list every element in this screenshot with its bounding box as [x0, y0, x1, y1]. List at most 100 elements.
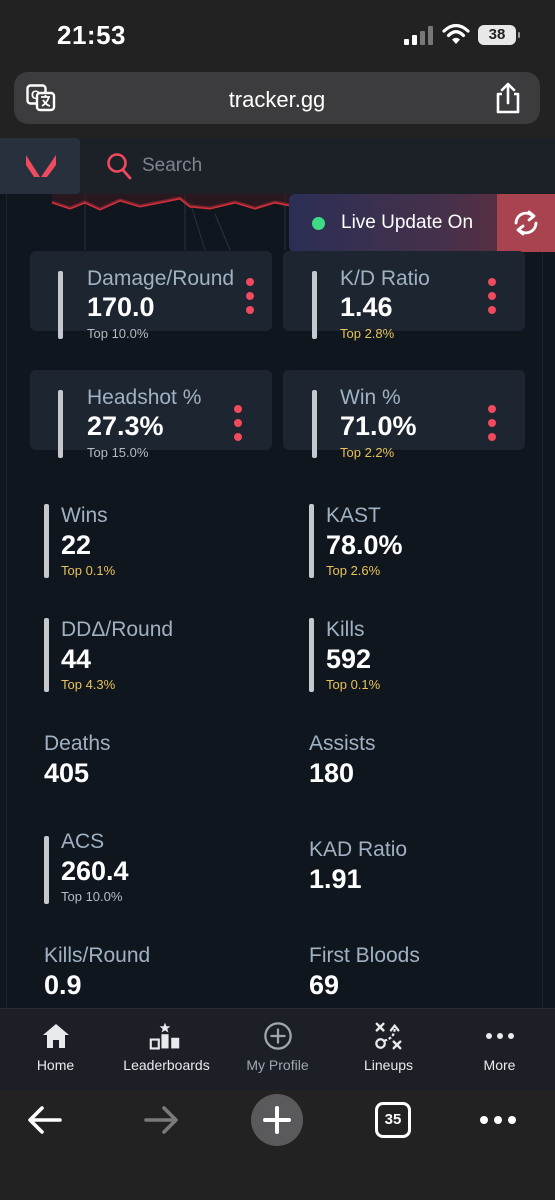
- stat-rank: Top 10.0%: [61, 889, 123, 904]
- stat-value: 180: [309, 758, 355, 788]
- forward-arrow-icon[interactable]: [142, 1102, 180, 1138]
- refresh-button[interactable]: [497, 194, 555, 252]
- stat-bar: [312, 390, 317, 458]
- valorant-logo-button[interactable]: [0, 138, 80, 194]
- stat-wins[interactable]: Wins 22 Top 0.1%: [44, 502, 274, 582]
- stat-label: KAST: [326, 504, 381, 527]
- stat-kast[interactable]: KAST 78.0% Top 2.6%: [309, 502, 539, 582]
- home-icon: [43, 1024, 69, 1048]
- url-text[interactable]: tracker.gg: [14, 87, 540, 113]
- stat-label: Kills/Round: [44, 944, 151, 967]
- stat-value: 592: [326, 644, 372, 674]
- stat-kad-ratio[interactable]: KAD Ratio 1.91: [309, 836, 539, 906]
- stat-first-bloods[interactable]: First Bloods 69: [309, 942, 539, 1008]
- browser-toolbar: 35: [0, 1090, 555, 1200]
- browser-url-area: G tracker.gg: [0, 60, 555, 138]
- plus-circle-icon: [264, 1022, 292, 1050]
- battery-indicator: 38: [478, 25, 520, 45]
- kebab-menu-icon[interactable]: [244, 278, 256, 316]
- valorant-logo-icon: [26, 155, 56, 177]
- url-bar[interactable]: G tracker.gg: [14, 72, 540, 124]
- stat-bar: [309, 618, 314, 692]
- stat-assists[interactable]: Assists 180: [309, 730, 539, 800]
- stat-kills[interactable]: Kills 592 Top 0.1%: [309, 616, 539, 696]
- search-icon[interactable]: [106, 152, 132, 180]
- site-header: [0, 138, 555, 194]
- stat-value: 22: [61, 530, 92, 560]
- stat-bar: [44, 504, 49, 578]
- stat-value: 1.46: [340, 292, 393, 322]
- plus-icon: [263, 1106, 291, 1134]
- stat-value: 71.0%: [340, 411, 417, 441]
- kebab-menu-icon[interactable]: [486, 278, 498, 316]
- lineups-icon: [375, 1022, 402, 1050]
- stat-card-kd-ratio[interactable]: K/D Ratio 1.46 Top 2.8%: [283, 251, 525, 341]
- stat-rank: Top 10.0%: [87, 326, 149, 341]
- stat-bar: [58, 390, 63, 458]
- stat-label: KAD Ratio: [309, 838, 408, 861]
- browser-more-icon[interactable]: [480, 1116, 516, 1126]
- stat-bar: [44, 836, 49, 904]
- stat-label: Kills: [326, 618, 365, 641]
- stat-label: Win %: [340, 386, 401, 409]
- share-icon[interactable]: [494, 82, 522, 114]
- tab-label: More: [483, 1057, 516, 1073]
- tab-lineups[interactable]: Lineups: [333, 1009, 444, 1091]
- stat-value: 69: [309, 970, 340, 1000]
- stat-rank: Top 2.2%: [340, 445, 395, 460]
- back-arrow-icon[interactable]: [26, 1102, 64, 1138]
- stats-content: Live Update On Damage/Round 170.0 Top 10…: [0, 194, 555, 1008]
- tab-label: Lineups: [363, 1057, 414, 1073]
- stat-value: 405: [44, 758, 90, 788]
- stat-value: 27.3%: [87, 411, 164, 441]
- live-update-banner: Live Update On: [289, 194, 555, 252]
- stat-label: ACS: [61, 830, 105, 853]
- stat-label: DDΔ/Round: [61, 618, 174, 641]
- tab-home[interactable]: Home: [0, 1009, 111, 1091]
- stat-bar: [44, 618, 49, 692]
- stat-rank: Top 2.6%: [326, 563, 381, 578]
- stat-rank: Top 2.8%: [340, 326, 395, 341]
- tab-label: Home: [36, 1057, 75, 1073]
- stat-dd-delta-round[interactable]: DDΔ/Round 44 Top 4.3%: [44, 616, 274, 696]
- stat-value: 0.9: [44, 970, 82, 1000]
- stat-label: Headshot %: [87, 386, 202, 409]
- bottom-tab-bar: Home Leaderboards My Profile Lineups Mor…: [0, 1008, 555, 1090]
- tab-leaderboards[interactable]: Leaderboards: [111, 1009, 222, 1091]
- live-status-dot: [312, 217, 325, 230]
- stat-kills-round[interactable]: Kills/Round 0.9: [44, 942, 274, 1008]
- tab-label: My Profile: [246, 1057, 309, 1073]
- stat-card-win-percent[interactable]: Win % 71.0% Top 2.2%: [283, 370, 525, 460]
- stat-deaths[interactable]: Deaths 405: [44, 730, 274, 800]
- kebab-menu-icon[interactable]: [486, 405, 498, 443]
- tab-more[interactable]: More: [444, 1009, 555, 1091]
- stat-value: 1.91: [309, 864, 362, 894]
- wifi-icon: [442, 23, 470, 44]
- stat-label: Deaths: [44, 732, 111, 755]
- stat-label: Damage/Round: [87, 267, 235, 290]
- tab-label: Leaderboards: [123, 1057, 210, 1073]
- stat-rank: Top 4.3%: [61, 677, 116, 692]
- stat-value: 260.4: [61, 856, 129, 886]
- leaderboards-icon: [149, 1022, 180, 1050]
- tab-my-profile[interactable]: My Profile: [222, 1009, 333, 1091]
- refresh-icon: [514, 210, 538, 236]
- status-time: 21:53: [57, 20, 126, 50]
- tabs-count-button[interactable]: 35: [375, 1102, 411, 1138]
- performance-chart-remnant: [51, 194, 296, 250]
- stat-label: Wins: [61, 504, 108, 527]
- stat-label: K/D Ratio: [340, 267, 430, 290]
- search-input[interactable]: [142, 152, 442, 180]
- signal-icon: [404, 25, 436, 45]
- stat-value: 170.0: [87, 292, 155, 322]
- stat-label: First Bloods: [309, 944, 420, 967]
- stat-bar: [309, 504, 314, 578]
- stat-bar: [312, 271, 317, 339]
- stat-value: 44: [61, 644, 92, 674]
- new-tab-button[interactable]: [251, 1094, 303, 1146]
- stat-card-headshot[interactable]: Headshot % 27.3% Top 15.0%: [30, 370, 272, 460]
- stat-card-damage-round[interactable]: Damage/Round 170.0 Top 10.0%: [30, 251, 272, 341]
- kebab-menu-icon[interactable]: [232, 405, 244, 443]
- stat-acs[interactable]: ACS 260.4 Top 10.0%: [44, 828, 274, 908]
- stat-rank: Top 0.1%: [326, 677, 381, 692]
